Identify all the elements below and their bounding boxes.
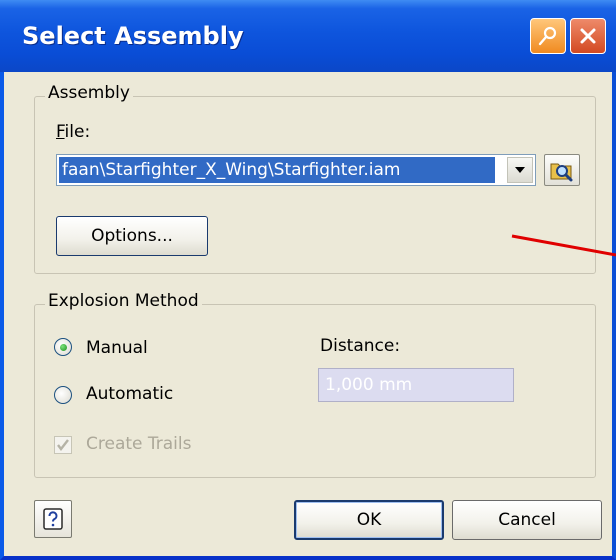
distance-label: Distance: <box>320 336 401 356</box>
ok-button[interactable]: OK <box>294 500 444 540</box>
select-assembly-dialog: Select Assembly Assembly File: faan\Star… <box>0 0 616 560</box>
pin-button[interactable] <box>530 18 566 54</box>
manual-radio-dot <box>60 344 67 351</box>
create-trails-checkbox[interactable] <box>54 436 72 454</box>
distance-input[interactable]: 1,000 mm <box>318 368 514 402</box>
browse-button[interactable] <box>544 154 580 186</box>
automatic-radio[interactable] <box>54 386 72 404</box>
dialog-title: Select Assembly <box>22 22 244 50</box>
close-icon <box>580 28 596 44</box>
checkmark-icon <box>57 439 69 451</box>
manual-radio[interactable] <box>54 338 72 356</box>
title-bar[interactable]: Select Assembly <box>0 0 616 72</box>
file-label-accelerator: F <box>56 122 65 142</box>
pin-icon <box>538 26 557 46</box>
manual-label[interactable]: Manual <box>86 338 148 358</box>
file-path-value[interactable]: faan\Starfighter_X_Wing\Starfighter.iam <box>59 157 495 183</box>
close-button[interactable] <box>570 18 606 54</box>
help-button[interactable] <box>34 500 72 538</box>
explosion-method-legend: Explosion Method <box>45 291 202 311</box>
browse-folder-icon <box>550 163 573 182</box>
file-combobox[interactable]: faan\Starfighter_X_Wing\Starfighter.iam <box>56 154 536 186</box>
automatic-label[interactable]: Automatic <box>86 384 173 404</box>
chevron-down-icon <box>515 167 525 173</box>
create-trails-label: Create Trails <box>86 434 192 454</box>
dialog-content: Assembly File: faan\Starfighter_X_Wing\S… <box>4 72 612 556</box>
file-label: File: <box>56 122 90 142</box>
file-label-text: ile: <box>64 122 91 142</box>
cancel-button[interactable]: Cancel <box>452 500 602 540</box>
assembly-group-legend: Assembly <box>45 83 133 103</box>
options-button[interactable]: Options... <box>56 216 208 256</box>
help-icon <box>43 508 63 530</box>
file-dropdown-button[interactable] <box>507 157 533 183</box>
